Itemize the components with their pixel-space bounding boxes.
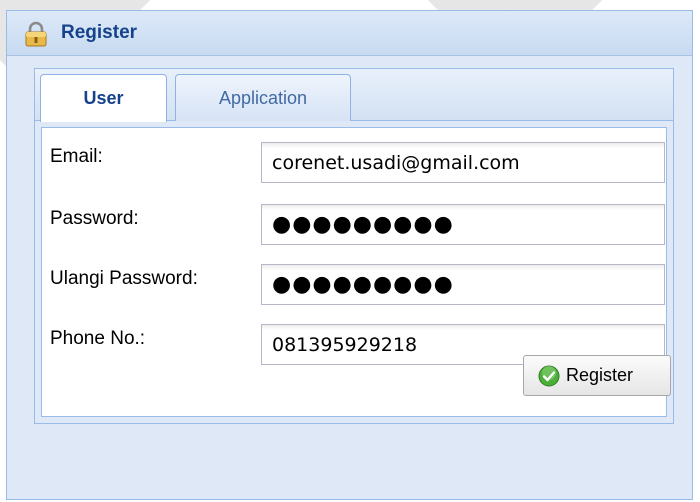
repeat-password-field[interactable] [261, 264, 665, 305]
check-circle-icon [538, 365, 560, 386]
register-button-label: Register [566, 365, 634, 385]
register-window: Register User Application Email: Passwor… [6, 10, 693, 500]
email-field[interactable] [261, 142, 665, 183]
phone-label: Phone No.: [50, 328, 146, 349]
tab-application[interactable]: Application [175, 74, 351, 121]
tab-user[interactable]: User [40, 74, 167, 122]
password-field[interactable] [261, 204, 665, 245]
register-button[interactable]: Register [523, 355, 671, 396]
tab-strip: User Application [35, 69, 673, 122]
user-form: Email: Password: Ulangi Password: Phone … [41, 127, 671, 417]
tab-panel: User Application Email: Password: Ulangi… [34, 68, 674, 424]
lock-icon [25, 21, 47, 47]
window-titlebar: Register [7, 11, 692, 56]
password-label: Password: [50, 208, 139, 229]
email-label: Email: [50, 146, 103, 167]
repeat-password-label: Ulangi Password: [50, 268, 198, 289]
window-title: Register [61, 22, 138, 43]
